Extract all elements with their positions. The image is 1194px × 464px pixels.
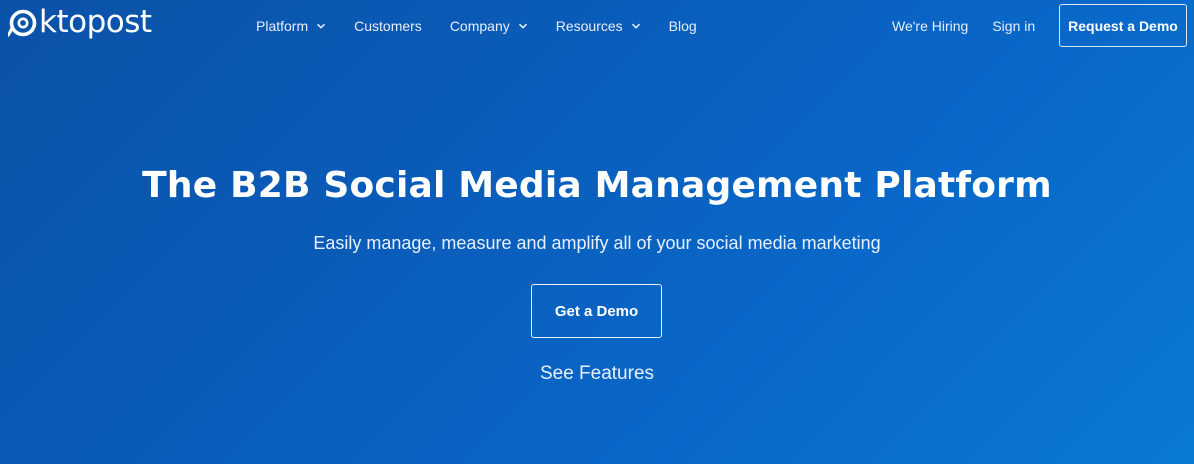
chevron-down-icon (317, 23, 326, 29)
sign-in-link[interactable]: Sign in (992, 17, 1035, 35)
nav-item-resources[interactable]: Resources (556, 17, 641, 35)
nav-item-label: Platform (256, 18, 309, 34)
see-features-link[interactable]: See Features (0, 362, 1194, 386)
secondary-nav: We're Hiring Sign in (892, 17, 1035, 35)
request-demo-button[interactable]: Request a Demo (1059, 4, 1187, 47)
logo[interactable]: ktopost (8, 2, 152, 42)
nav-item-label: Blog (668, 18, 697, 34)
logo-text: ktopost (39, 4, 152, 40)
nav-item-company[interactable]: Company (450, 17, 528, 35)
were-hiring-link[interactable]: We're Hiring (892, 17, 968, 35)
chevron-down-icon (518, 23, 527, 29)
nav-item-label: Customers (354, 18, 422, 34)
nav-item-platform[interactable]: Platform (256, 17, 326, 35)
nav-item-label: Company (449, 18, 510, 34)
hero-subtitle: Easily manage, measure and amplify all o… (313, 233, 881, 253)
main-nav: Platform Customers Company Resources Blo… (256, 17, 697, 35)
hero-title: The B2B Social Media Management Platform (142, 165, 1052, 206)
nav-item-label: Resources (555, 18, 623, 34)
chevron-down-icon (631, 23, 640, 29)
oktopost-swirl-icon (8, 9, 37, 38)
site-header: ktopost Platform Customers Company Resou… (0, 0, 1194, 54)
nav-item-blog[interactable]: Blog (669, 17, 697, 35)
get-demo-button[interactable]: Get a Demo (531, 284, 662, 338)
page: ktopost Platform Customers Company Resou… (0, 0, 1194, 464)
nav-item-customers[interactable]: Customers (354, 17, 422, 35)
